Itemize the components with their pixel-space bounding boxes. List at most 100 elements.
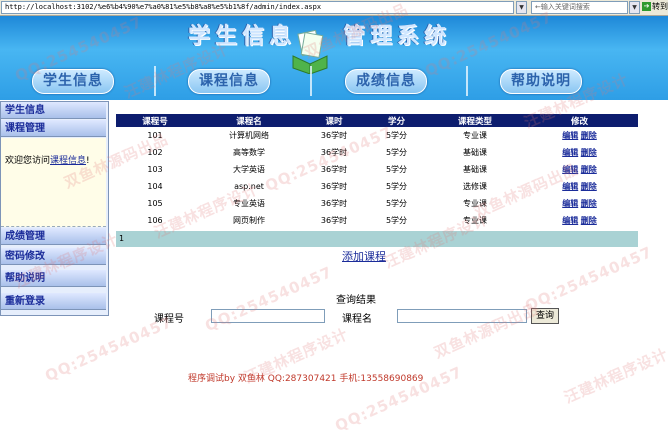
header-banner: 学生信息 管理系统 学生信息 课程信息 成绩信息 帮助说明 bbox=[0, 16, 668, 100]
header-course-name: 课程名 bbox=[194, 114, 304, 127]
cell-type: 基础课 bbox=[463, 165, 487, 174]
edit-link[interactable]: 编辑 bbox=[562, 216, 578, 225]
edit-link[interactable]: 编辑 bbox=[562, 182, 578, 191]
go-arrow-icon: ➔ bbox=[642, 2, 651, 11]
edit-link[interactable]: 编辑 bbox=[562, 148, 578, 157]
search-dropdown-icon[interactable]: ▼ bbox=[629, 1, 640, 14]
address-dropdown-icon[interactable]: ▼ bbox=[516, 1, 527, 14]
watermark-text: 汪建林程序设计 bbox=[561, 344, 668, 407]
table-header-row: 课程号 课程名 课时 学分 课程类型 修改 bbox=[116, 114, 638, 127]
course-name-input[interactable] bbox=[397, 309, 527, 323]
table-row: 101 计算机网络 36学时 5学分 专业课 编辑 删除 bbox=[116, 127, 638, 144]
header-credit: 学分 bbox=[364, 114, 429, 127]
sidebar-welcome-panel: 欢迎您访问课程信息! bbox=[1, 138, 106, 227]
course-no-input[interactable] bbox=[211, 309, 325, 323]
sidebar: 学生信息 课程管理 欢迎您访问课程信息! 成绩管理 密码修改 帮助说明 重新登录 bbox=[0, 101, 109, 316]
cell-actions: 编辑 删除 bbox=[521, 195, 638, 212]
watermark-text: QQ:254540457 bbox=[202, 262, 336, 336]
delete-link[interactable]: 删除 bbox=[581, 216, 597, 225]
nav-divider bbox=[310, 66, 312, 96]
cell-name: 网页制作 bbox=[233, 216, 265, 225]
cell-type: 专业课 bbox=[463, 131, 487, 140]
cell-credit: 5学分 bbox=[385, 199, 408, 208]
cell-actions: 编辑 删除 bbox=[521, 161, 638, 178]
cell-id: 105 bbox=[147, 199, 163, 208]
table-row: 102 高等数学 36学时 5学分 基础课 编辑 删除 bbox=[116, 144, 638, 161]
cell-name: 高等数学 bbox=[233, 148, 265, 157]
sidebar-item-score[interactable]: 成绩管理 bbox=[1, 228, 106, 245]
table-row: 104 asp.net 36学时 5学分 选修课 编辑 删除 bbox=[116, 178, 638, 195]
nav-student-info[interactable]: 学生信息 bbox=[32, 69, 114, 94]
delete-link[interactable]: 删除 bbox=[581, 182, 597, 191]
sidebar-item-relogin[interactable]: 重新登录 bbox=[1, 293, 106, 310]
header-hours: 课时 bbox=[304, 114, 364, 127]
welcome-link[interactable]: 课程信息 bbox=[50, 156, 86, 166]
cell-hours: 36学时 bbox=[320, 199, 348, 208]
welcome-text: 欢迎您访问课程信息! bbox=[5, 156, 90, 166]
nav-divider bbox=[154, 66, 156, 96]
cell-hours: 36学时 bbox=[320, 216, 348, 225]
edit-link[interactable]: 编辑 bbox=[562, 199, 578, 208]
cell-credit: 5学分 bbox=[385, 182, 408, 191]
course-no-label: 课程号 bbox=[154, 314, 184, 325]
go-button[interactable]: ➔ 转到 bbox=[642, 0, 668, 13]
course-table: 课程号 课程名 课时 学分 课程类型 修改 101 计算机网络 36学时 5学分 专业课… bbox=[116, 114, 638, 229]
cell-type: 专业课 bbox=[463, 216, 487, 225]
cell-name: 计算机网络 bbox=[229, 131, 269, 140]
banner-title-left: 学生信息 bbox=[188, 23, 297, 49]
nav-course-info[interactable]: 课程信息 bbox=[188, 69, 270, 94]
cell-credit: 5学分 bbox=[385, 131, 408, 140]
header-course-no: 课程号 bbox=[116, 114, 194, 127]
table-row: 106 网页制作 36学时 5学分 专业课 编辑 删除 bbox=[116, 212, 638, 229]
course-name-label: 课程名 bbox=[342, 314, 372, 325]
cell-name: 大学英语 bbox=[233, 165, 265, 174]
cell-name: 专业英语 bbox=[233, 199, 265, 208]
browser-search-input[interactable]: ←输入关键词搜索 bbox=[531, 1, 628, 14]
cell-name: asp.net bbox=[234, 182, 264, 191]
header-modify: 修改 bbox=[521, 114, 638, 127]
nav-divider bbox=[466, 66, 468, 96]
sidebar-item-password[interactable]: 密码修改 bbox=[1, 248, 106, 265]
sidebar-item-course[interactable]: 课程管理 bbox=[1, 120, 106, 137]
cell-credit: 5学分 bbox=[385, 216, 408, 225]
cell-hours: 36学时 bbox=[320, 148, 348, 157]
cell-credit: 5学分 bbox=[385, 165, 408, 174]
cell-actions: 编辑 删除 bbox=[521, 178, 638, 195]
delete-link[interactable]: 删除 bbox=[581, 199, 597, 208]
cell-hours: 36学时 bbox=[320, 182, 348, 191]
header-course-type: 课程类型 bbox=[429, 114, 521, 127]
watermark-text: 双鱼林源码出品 bbox=[431, 299, 542, 362]
cell-id: 106 bbox=[147, 216, 163, 225]
cell-hours: 36学时 bbox=[320, 165, 348, 174]
cell-actions: 编辑 删除 bbox=[521, 127, 638, 144]
table-row: 103 大学英语 36学时 5学分 基础课 编辑 删除 bbox=[116, 161, 638, 178]
nav-help[interactable]: 帮助说明 bbox=[500, 69, 582, 94]
delete-link[interactable]: 删除 bbox=[581, 148, 597, 157]
watermark-text: QQ:254540457 bbox=[522, 242, 656, 316]
address-input[interactable]: http://localhost:3102/%e6%b4%90%e7%a0%81… bbox=[1, 1, 514, 14]
cell-type: 专业课 bbox=[463, 199, 487, 208]
cell-id: 102 bbox=[147, 148, 163, 157]
query-button[interactable]: 查询 bbox=[531, 308, 559, 324]
edit-link[interactable]: 编辑 bbox=[562, 131, 578, 140]
cell-actions: 编辑 删除 bbox=[521, 212, 638, 229]
cell-actions: 编辑 删除 bbox=[521, 144, 638, 161]
cell-hours: 36学时 bbox=[320, 131, 348, 140]
sidebar-item-help[interactable]: 帮助说明 bbox=[1, 270, 106, 287]
cell-id: 104 bbox=[147, 182, 163, 191]
banner-title-right: 管理系统 bbox=[343, 23, 452, 49]
delete-link[interactable]: 删除 bbox=[581, 131, 597, 140]
cell-id: 101 bbox=[147, 131, 163, 140]
browser-toolbar: http://localhost:3102/%e6%b4%90%e7%a0%81… bbox=[0, 0, 668, 16]
cell-id: 103 bbox=[147, 165, 163, 174]
delete-link[interactable]: 删除 bbox=[581, 165, 597, 174]
add-course-link[interactable]: 添加课程 bbox=[342, 248, 386, 264]
cell-type: 选修课 bbox=[463, 182, 487, 191]
sidebar-item-student[interactable]: 学生信息 bbox=[1, 102, 106, 119]
pager[interactable]: 1 bbox=[116, 231, 638, 247]
cell-type: 基础课 bbox=[463, 148, 487, 157]
nav-score-info[interactable]: 成绩信息 bbox=[345, 69, 427, 94]
edit-link[interactable]: 编辑 bbox=[562, 165, 578, 174]
footer-credit: 程序调试by 双鱼林 QQ:287307421 手机:13558690869 bbox=[188, 374, 424, 384]
cell-credit: 5学分 bbox=[385, 148, 408, 157]
